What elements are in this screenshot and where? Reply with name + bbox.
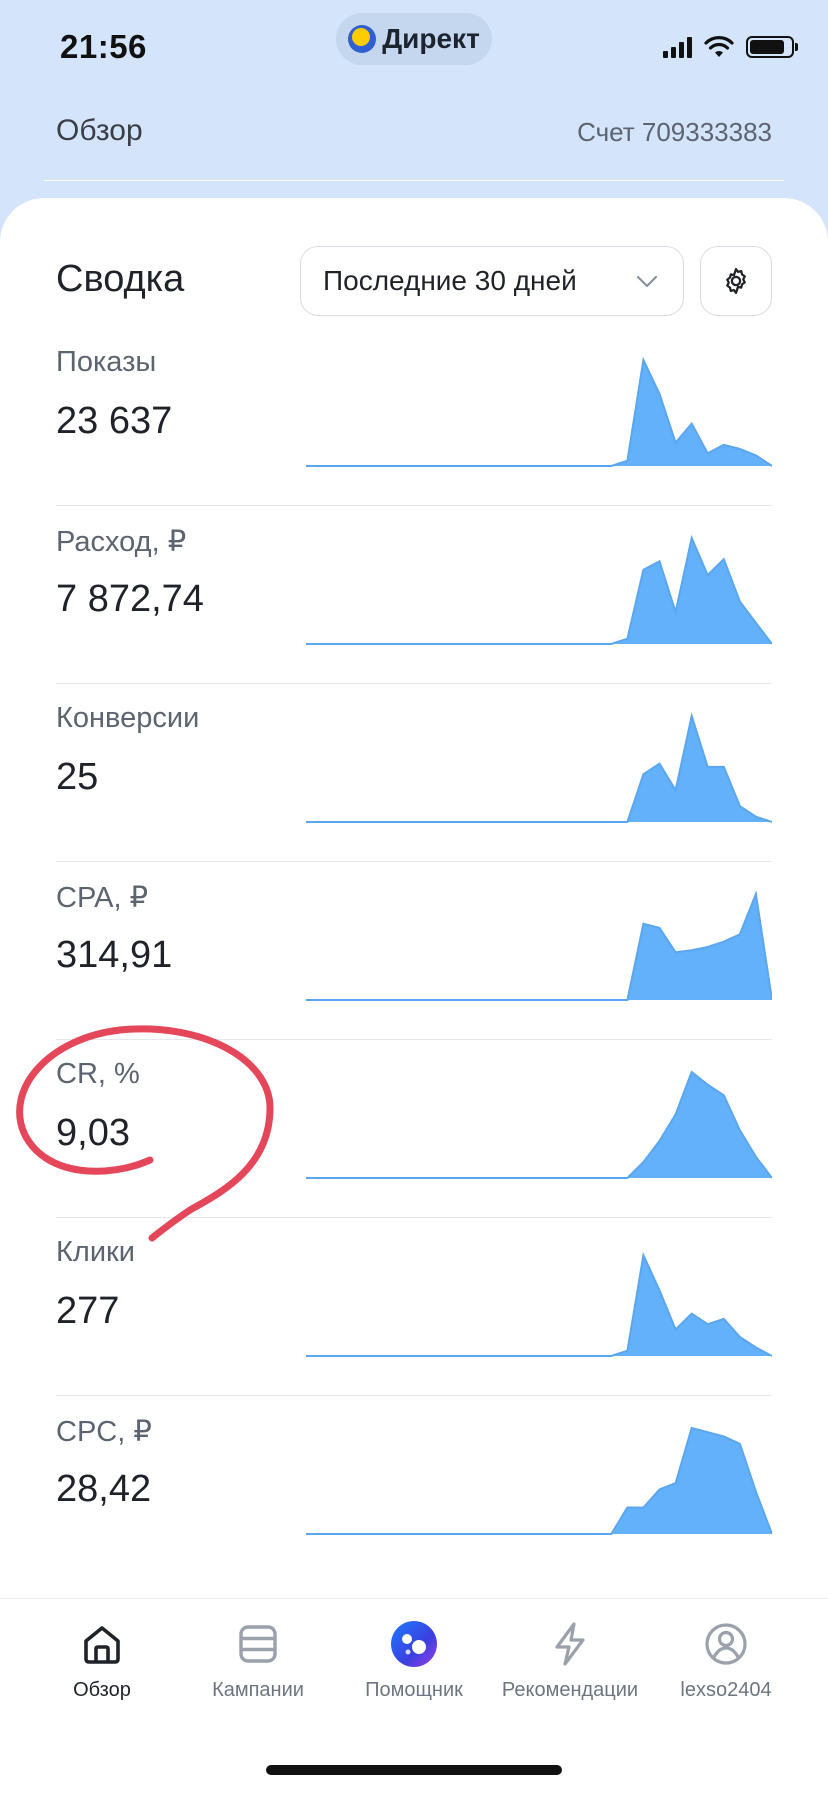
bottom-nav: Обзор Кампании Помощник Рекомендации lex… (0, 1598, 828, 1793)
nav-label: Обзор (73, 1679, 131, 1701)
battery-icon (746, 36, 798, 58)
metric-value: 28,42 (56, 1468, 152, 1510)
app-indicator-pill[interactable]: Директ (336, 13, 492, 65)
nav-item-recommendations[interactable]: Рекомендации (490, 1619, 650, 1729)
nav-item-assistant[interactable]: Помощник (334, 1619, 494, 1729)
metric-value: 23 637 (56, 400, 173, 442)
metric-label: Клики (56, 1236, 135, 1268)
metric-label: CR, % (56, 1058, 140, 1090)
sparkline-area (306, 894, 772, 1000)
nav-label: lexso2404 (680, 1679, 772, 1701)
page-header: Обзор Счет 709333383 (56, 112, 772, 156)
cr-sparkline (306, 1070, 772, 1179)
chevron-down-icon (636, 275, 658, 288)
nav-item-overview[interactable]: Обзор (22, 1619, 182, 1729)
wifi-icon (704, 36, 734, 57)
status-bar: 21:56 Директ (0, 0, 828, 100)
sparkline-area (306, 716, 772, 822)
metric-row-clicks[interactable]: Клики 277 (56, 1218, 772, 1396)
home-indicator (266, 1765, 562, 1775)
nav-label: Рекомендации (501, 1679, 639, 1701)
metric-label: Показы (56, 346, 157, 378)
metric-row-cpa[interactable]: CPA, ₽ 314,91 (56, 862, 772, 1040)
nav-item-campaigns[interactable]: Кампании (178, 1619, 338, 1729)
metric-label: CPA, ₽ (56, 882, 149, 914)
sparkline-area (306, 538, 772, 644)
metric-row-spend[interactable]: Расход, ₽ 7 872,74 (56, 506, 772, 684)
status-icons (663, 36, 798, 58)
assistant-icon (391, 1621, 437, 1667)
profile-icon (705, 1623, 747, 1665)
metric-row-impressions[interactable]: Показы 23 637 (56, 328, 772, 506)
lightning-icon (555, 1622, 585, 1666)
nav-label: Помощник (365, 1679, 463, 1701)
summary-title: Сводка (56, 258, 185, 300)
conversions-sparkline (306, 712, 772, 823)
nav-label: Кампании (212, 1679, 304, 1701)
header-divider (44, 180, 784, 181)
account-number[interactable]: Счет 709333383 (577, 117, 772, 148)
page-title: Обзор (56, 114, 143, 147)
campaigns-icon (239, 1625, 277, 1663)
sparkline-area (306, 1255, 772, 1356)
app-name: Директ (382, 23, 480, 54)
metric-label: CPC, ₽ (56, 1416, 152, 1448)
cpc-sparkline (306, 1426, 772, 1535)
summary-card: Сводка Последние 30 дней Показы 23 637 Р… (0, 198, 828, 1598)
status-time: 21:56 (60, 28, 147, 65)
settings-button[interactable] (700, 246, 772, 316)
period-selected-value: Последние 30 дней (323, 265, 577, 296)
yandex-logo-icon (348, 25, 377, 53)
home-icon (84, 1626, 120, 1664)
cpa-sparkline (306, 890, 772, 1001)
metric-label: Расход, ₽ (56, 526, 187, 558)
sparkline-area (306, 1428, 772, 1534)
clicks-sparkline (306, 1251, 772, 1357)
gear-icon (726, 268, 746, 294)
metric-label: Конверсии (56, 702, 200, 734)
metric-value: 277 (56, 1290, 120, 1332)
metric-row-cpc[interactable]: CPC, ₽ 28,42 (56, 1396, 772, 1574)
metric-row-cr[interactable]: CR, % 9,03 (56, 1040, 772, 1218)
metric-value: 25 (56, 756, 99, 798)
sparkline-area (306, 360, 772, 466)
signal-icon (663, 36, 692, 58)
impressions-sparkline (306, 356, 772, 467)
metric-value: 9,03 (56, 1112, 130, 1154)
period-dropdown[interactable]: Последние 30 дней (300, 246, 684, 316)
nav-item-profile[interactable]: lexso2404 (646, 1619, 806, 1729)
metric-row-conversions[interactable]: Конверсии 25 (56, 684, 772, 862)
spend-sparkline (306, 534, 772, 645)
metric-value: 314,91 (56, 934, 173, 976)
metric-value: 7 872,74 (56, 578, 204, 620)
sparkline-area (306, 1072, 772, 1178)
